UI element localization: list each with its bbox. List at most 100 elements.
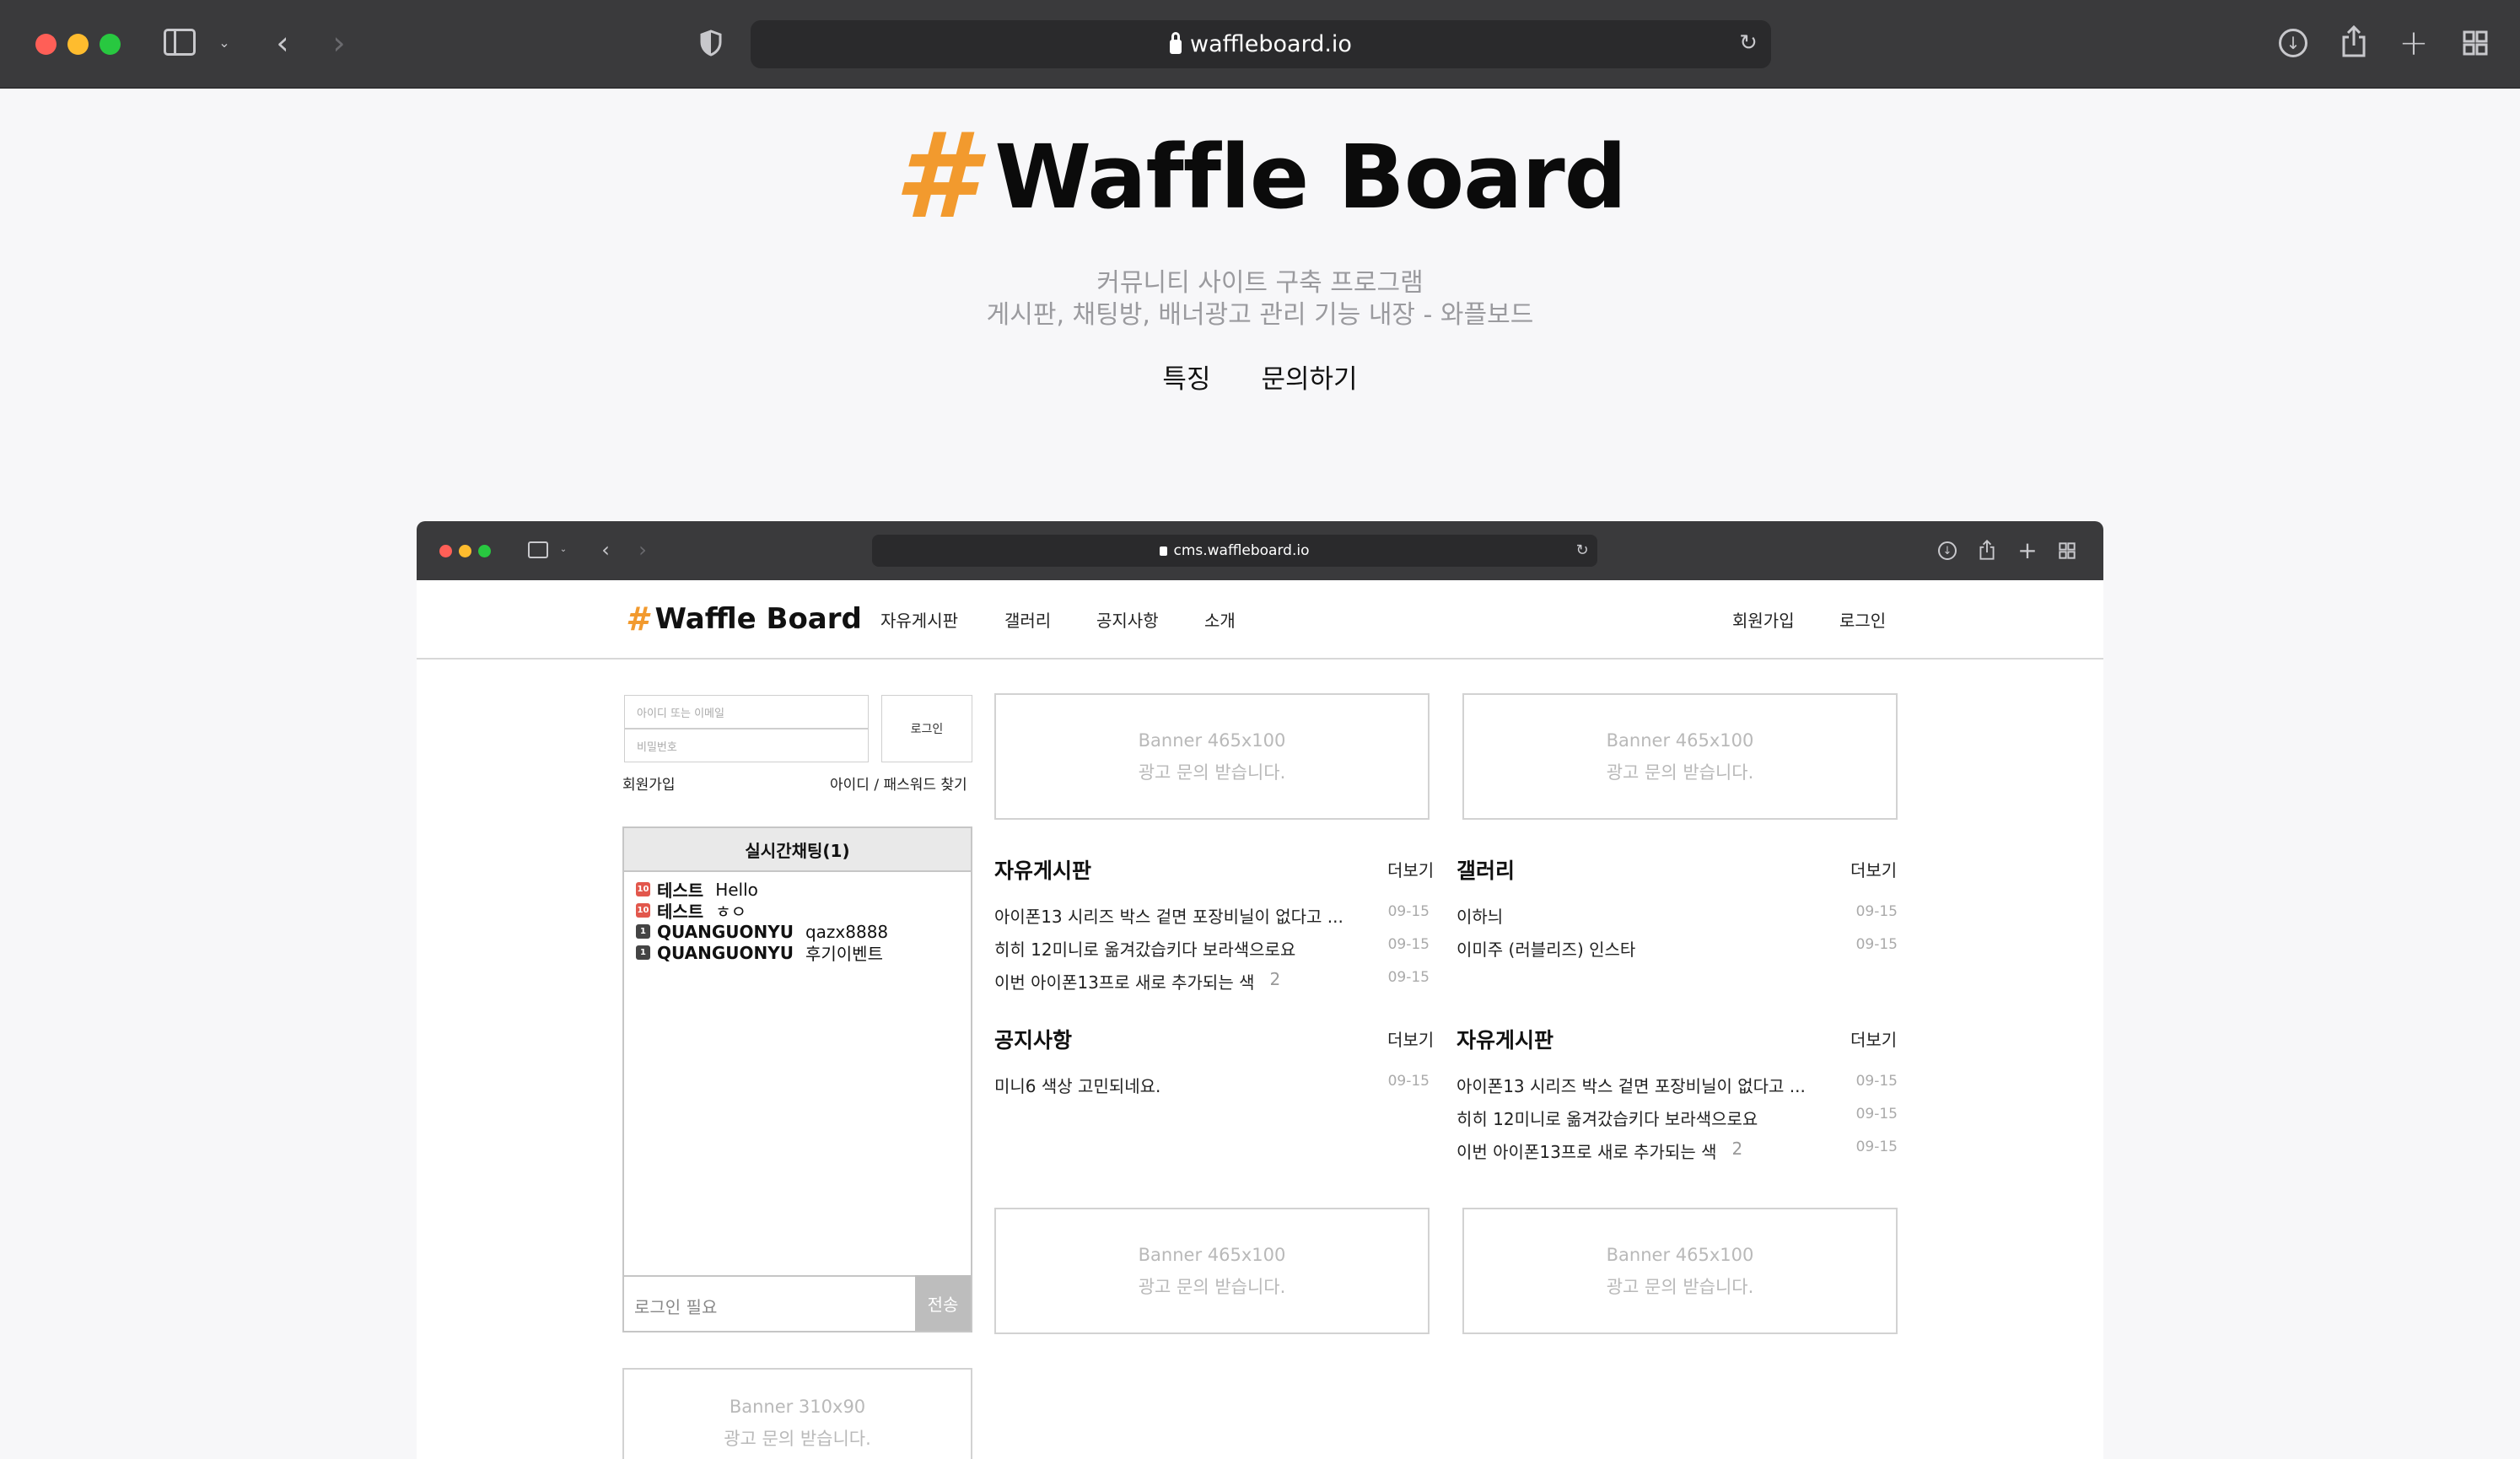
find-account-link[interactable]: 아이디 / 패스워드 찾기 (830, 773, 967, 794)
board-title[interactable]: 자유게시판 (1457, 1024, 1553, 1054)
inner-forward-arrow-icon: › (638, 538, 647, 562)
forward-arrow-icon[interactable]: › (325, 24, 353, 62)
site-title: Waffle Board (654, 602, 862, 636)
address-bar-url: waffleboard.io (1190, 31, 1352, 57)
board-post[interactable]: 이번 아이폰13프로 새로 추가되는 색 2 09-15 (994, 969, 1430, 993)
back-arrow-icon[interactable]: ‹ (268, 24, 297, 62)
privacy-shield-icon[interactable] (698, 29, 724, 57)
board-more-link[interactable]: 더보기 (1387, 857, 1434, 881)
new-tab-icon[interactable]: + (2399, 22, 2429, 63)
board-post[interactable]: 이하늬 09-15 (1457, 903, 1898, 928)
zoom-window-button[interactable] (100, 34, 121, 55)
post-date: 09-15 (1387, 936, 1430, 953)
inner-new-tab-icon: + (2017, 536, 2038, 564)
nav-gallery[interactable]: 갤러리 (1004, 607, 1051, 632)
site-header: # Waffle Board 자유게시판 갤러리 공지사항 소개 회원가입 로그… (417, 580, 2103, 660)
board-post[interactable]: 미니6 색상 고민되네요. 09-15 (994, 1073, 1430, 1097)
inner-tab-overview-icon (2058, 541, 2076, 560)
chat-message: 10 테스트 Hello (624, 879, 971, 901)
login-button[interactable]: 로그인 (881, 695, 972, 762)
level-badge-icon: 10 (636, 903, 650, 918)
board-more-link[interactable]: 더보기 (1850, 857, 1897, 881)
banner-size: Banner 465x100 (1138, 730, 1286, 751)
post-title: 히히 12미니로 옮겨갔습키다 보라색으로요 (1457, 1109, 1758, 1129)
inner-close-dot (439, 545, 452, 557)
board-more-link[interactable]: 더보기 (1387, 1026, 1434, 1051)
nav-free-board[interactable]: 자유게시판 (880, 607, 958, 632)
hero-nav-contact[interactable]: 문의하기 (1261, 358, 1357, 396)
chat-message-list[interactable]: 10 테스트 Hello 10 테스트 ㅎㅇ 1 QUANGUONYU qazx… (624, 872, 971, 964)
board-title[interactable]: 자유게시판 (994, 854, 1091, 885)
chat-message-text: qazx8888 (805, 921, 889, 942)
board-post[interactable]: 이번 아이폰13프로 새로 추가되는 색 2 09-15 (1457, 1139, 1898, 1163)
post-comment-count: 2 (1731, 1139, 1743, 1159)
chat-user-name: QUANGUONYU (657, 921, 794, 942)
chat-message-text: 후기이벤트 (805, 944, 883, 964)
chat-send-button[interactable]: 전송 (915, 1275, 971, 1331)
hero-nav-features[interactable]: 특징 (1162, 358, 1210, 396)
board-post[interactable]: 히히 12미니로 옮겨갔습키다 보라색으로요 09-15 (994, 936, 1430, 961)
inner-browser-toolbar: ⌄ ‹ › cms.waffleboard.io ↻ ↓ + (417, 521, 2103, 580)
board-post[interactable]: 아이폰13 시리즈 박스 겉면 포장비닐이 없다고 ... 09-15 (1457, 1073, 1898, 1097)
board-post[interactable]: 히히 12미니로 옮겨갔습키다 보라색으로요 09-15 (1457, 1106, 1898, 1130)
post-date: 09-15 (1855, 1106, 1898, 1123)
inner-zoom-dot (478, 545, 491, 557)
reload-icon[interactable]: ↻ (1736, 30, 1761, 56)
login-password-field[interactable]: 비밀번호 (624, 729, 869, 762)
chat-message: 10 테스트 ㅎㅇ (624, 900, 971, 922)
banner-465x100[interactable]: Banner 465x100 광고 문의 받습니다. (994, 693, 1430, 820)
board-post[interactable]: 이미주 (러블리즈) 인스타 09-15 (1457, 936, 1898, 961)
signup-link[interactable]: 회원가입 (622, 773, 676, 794)
post-date: 09-15 (1387, 969, 1430, 986)
chat-input[interactable]: 로그인 필요 (624, 1275, 915, 1331)
chat-user-name: QUANGUONYU (657, 942, 794, 963)
banner-message: 광고 문의 받습니다. (724, 1429, 871, 1449)
banner-465x100[interactable]: Banner 465x100 광고 문의 받습니다. (1462, 693, 1898, 820)
post-date: 09-15 (1855, 936, 1898, 953)
lock-icon (1170, 32, 1182, 54)
browser-toolbar: ⌄ ‹ › waffleboard.io ↻ ↓ + (0, 0, 2520, 89)
minimize-window-button[interactable] (67, 34, 89, 55)
banner-465x100[interactable]: Banner 465x100 광고 문의 받습니다. (994, 1208, 1430, 1334)
banner-message: 광고 문의 받습니다. (1606, 762, 1754, 783)
site-logo[interactable]: # Waffle Board (626, 600, 862, 638)
banner-message: 광고 문의 받습니다. (1138, 762, 1286, 783)
board-more-link[interactable]: 더보기 (1850, 1026, 1897, 1051)
inner-address-bar: cms.waffleboard.io (872, 535, 1597, 567)
post-title: 이미주 (러블리즈) 인스타 (1457, 939, 1636, 960)
chat-title: 실시간채팅(1) (624, 828, 971, 872)
level-badge-icon: 1 (636, 945, 650, 960)
nav-about[interactable]: 소개 (1204, 607, 1236, 632)
post-title: 미니6 색상 고민되네요. (994, 1076, 1161, 1096)
banner-message: 광고 문의 받습니다. (1138, 1277, 1286, 1297)
download-icon[interactable]: ↓ (2279, 29, 2307, 57)
nav-login[interactable]: 로그인 (1839, 607, 1886, 632)
banner-310x90[interactable]: Banner 310x90 광고 문의 받습니다. (622, 1368, 972, 1459)
nav-signup[interactable]: 회원가입 (1732, 607, 1795, 632)
board-title[interactable]: 갤러리 (1457, 854, 1515, 885)
post-title: 아이폰13 시리즈 박스 겉면 포장비닐이 없다고 ... (994, 907, 1343, 927)
address-bar[interactable]: waffleboard.io (751, 20, 1771, 68)
board-post[interactable]: 아이폰13 시리즈 박스 겉면 포장비닐이 없다고 ... 09-15 (994, 903, 1430, 928)
post-title: 이번 아이폰13프로 새로 추가되는 색 (994, 972, 1255, 993)
login-id-field[interactable]: 아이디 또는 이메일 (624, 695, 869, 729)
board-title[interactable]: 공지사항 (994, 1024, 1072, 1054)
inner-lock-icon (1160, 546, 1168, 556)
banner-465x100[interactable]: Banner 465x100 광고 문의 받습니다. (1462, 1208, 1898, 1334)
inner-browser-mockup: ⌄ ‹ › cms.waffleboard.io ↻ ↓ + # Waffle … (417, 521, 2103, 1459)
share-icon[interactable] (2340, 24, 2368, 59)
chevron-down-icon[interactable]: ⌄ (216, 32, 233, 52)
tab-overview-icon[interactable] (2461, 29, 2490, 57)
close-window-button[interactable] (35, 34, 57, 55)
banner-message: 광고 문의 받습니다. (1606, 1277, 1754, 1297)
inner-sidebar-icon (528, 541, 548, 558)
inner-share-icon (1979, 538, 1995, 562)
sidebar-toggle-icon[interactable] (164, 29, 196, 56)
nav-notice[interactable]: 공지사항 (1096, 607, 1159, 632)
chat-message-text: Hello (715, 879, 758, 900)
inner-back-arrow-icon: ‹ (601, 538, 610, 562)
post-title: 아이폰13 시리즈 박스 겉면 포장비닐이 없다고 ... (1457, 1076, 1806, 1096)
level-badge-icon: 10 (636, 882, 650, 896)
inner-chevron-down-icon: ⌄ (559, 544, 568, 554)
inner-reload-icon: ↻ (1575, 541, 1589, 559)
